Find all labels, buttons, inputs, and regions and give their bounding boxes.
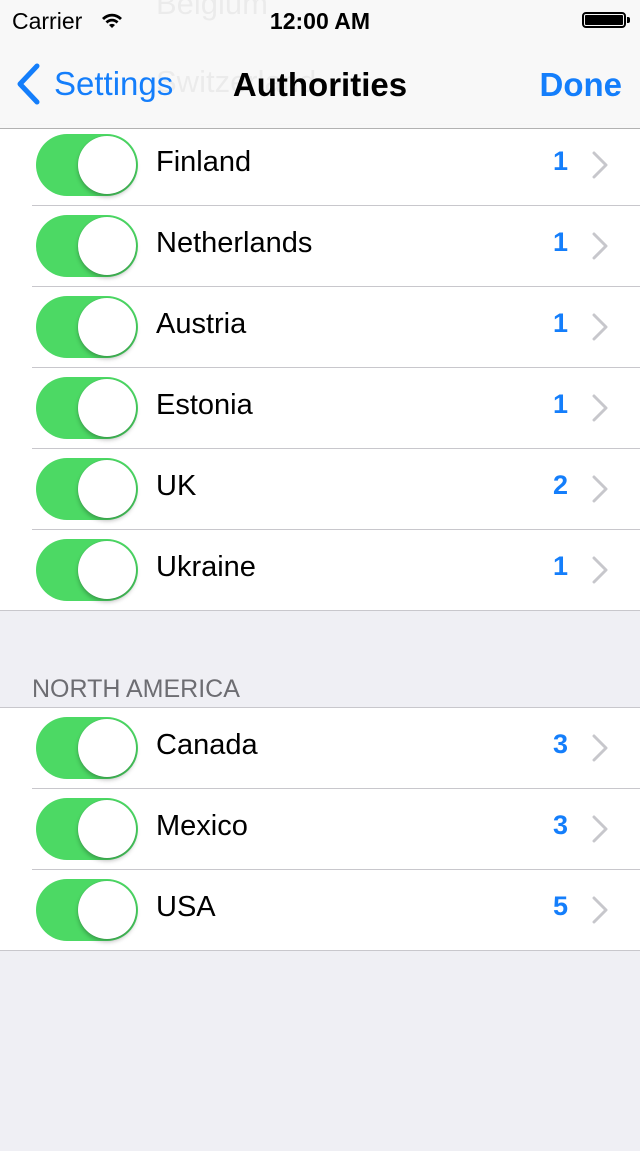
country-name: Netherlands [156,227,313,259]
chevron-right-icon [592,151,608,179]
toggle-knob [78,719,136,777]
toggle-knob [78,541,136,599]
authority-count: 3 [552,810,568,840]
list-item[interactable]: Mexico 3 [32,788,640,869]
status-bar: Carrier 12:00 AM [0,0,640,40]
country-name: Estonia [156,389,253,421]
list-item[interactable]: UK 2 [32,448,640,529]
section-north-america: Canada 3 Mexico 3 USA 5 [0,707,640,951]
list-item[interactable]: Finland 1 [0,125,640,205]
chevron-right-icon [592,896,608,924]
list-item[interactable]: Austria 1 [32,286,640,367]
toggle-knob [78,800,136,858]
authority-count: 2 [552,470,568,500]
authority-count: 3 [552,729,568,759]
authority-count: 1 [552,389,568,419]
background-fill [0,951,640,1151]
chevron-right-icon [592,394,608,422]
enable-toggle[interactable] [36,717,138,779]
chevron-right-icon [592,556,608,584]
list-item[interactable]: Estonia 1 [32,367,640,448]
battery-tip [627,17,630,23]
enable-toggle[interactable] [36,879,138,941]
section-header-north-america: NORTH AMERICA [32,675,240,703]
toggle-knob [78,460,136,518]
section-europe: Finland 1 Netherlands 1 Austria 1 Estoni… [0,124,640,611]
list-item[interactable]: Ukraine 1 [32,529,640,610]
toggle-knob [78,217,136,275]
authority-count: 1 [552,308,568,338]
country-name: USA [156,891,216,923]
enable-toggle[interactable] [36,134,138,196]
authority-count: 1 [552,551,568,581]
chevron-right-icon [592,475,608,503]
chevron-right-icon [592,313,608,341]
chevron-right-icon [592,815,608,843]
country-name: Mexico [156,810,248,842]
clock: 12:00 AM [269,8,371,34]
authority-count: 5 [552,891,568,921]
toggle-knob [78,298,136,356]
list-item[interactable]: Netherlands 1 [32,205,640,286]
toggle-knob [78,379,136,437]
country-name: Ukraine [156,551,256,583]
country-name: UK [156,470,197,502]
authority-count: 1 [552,146,568,176]
authority-count: 1 [552,227,568,257]
enable-toggle[interactable] [36,798,138,860]
enable-toggle[interactable] [36,539,138,601]
authorities-list: Finland 1 Netherlands 1 Austria 1 Estoni… [0,124,640,1151]
enable-toggle[interactable] [36,458,138,520]
battery-icon [582,12,626,28]
enable-toggle[interactable] [36,377,138,439]
toggle-knob [78,881,136,939]
country-name: Austria [156,308,247,340]
list-item[interactable]: Canada 3 [0,708,640,788]
chevron-right-icon [592,734,608,762]
country-name: Finland [156,146,252,178]
list-item[interactable]: USA 5 [32,869,640,950]
toggle-knob [78,136,136,194]
enable-toggle[interactable] [36,215,138,277]
chevron-right-icon [592,232,608,260]
enable-toggle[interactable] [36,296,138,358]
done-button[interactable]: Done [540,66,623,104]
country-name: Canada [156,729,258,761]
